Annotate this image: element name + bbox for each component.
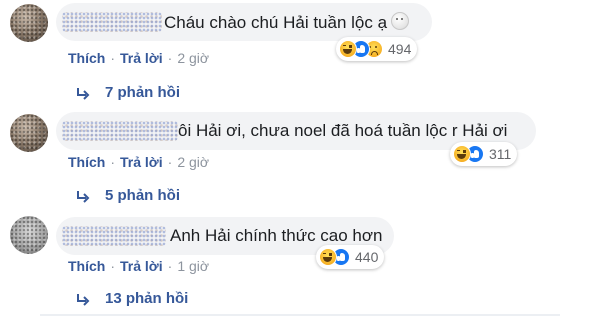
commenter-name-blurred[interactable] bbox=[62, 12, 162, 32]
comment-thread: Cháu chào chú Hải tuần lộc ạ 494 Thích · T… bbox=[0, 0, 598, 320]
reply-button[interactable]: Trả lời bbox=[120, 154, 163, 170]
avatar[interactable] bbox=[10, 114, 48, 152]
reply-arrow-icon bbox=[76, 87, 90, 100]
reaction-summary[interactable]: 494 bbox=[336, 37, 418, 61]
view-replies-link[interactable]: 7 phản hồi bbox=[76, 84, 180, 101]
reply-arrow-icon bbox=[76, 190, 90, 203]
comment-actions: Thích · Trả lời · 2 giờ bbox=[68, 50, 209, 66]
reaction-count: 311 bbox=[489, 146, 512, 162]
separator: · bbox=[167, 258, 173, 274]
view-replies-link[interactable]: 13 phản hồi bbox=[76, 290, 188, 307]
view-replies-link[interactable]: 5 phản hồi bbox=[76, 187, 180, 204]
like-button[interactable]: Thích bbox=[68, 154, 105, 170]
haha-icon bbox=[339, 40, 357, 58]
reply-arrow-icon bbox=[76, 293, 90, 306]
reply-button[interactable]: Trả lời bbox=[120, 50, 163, 66]
separator: · bbox=[167, 50, 173, 66]
separator: · bbox=[167, 154, 173, 170]
comment-bubble: Cháu chào chú Hải tuần lộc ạ bbox=[56, 3, 432, 41]
replies-count-label: 7 phản hồi bbox=[105, 84, 180, 101]
haha-icon bbox=[453, 145, 471, 163]
timestamp[interactable]: 2 giờ bbox=[177, 50, 209, 66]
comment-text-content: Cháu chào chú Hải tuần lộc ạ bbox=[164, 13, 388, 32]
separator: · bbox=[110, 50, 116, 66]
haha-icon bbox=[319, 248, 337, 266]
comment-text: ôi Hải ơi, chưa noel đã hoá tuần lộc r H… bbox=[178, 121, 508, 140]
comment-text: Anh Hải chính thức cao hơn bbox=[170, 226, 383, 245]
replies-count-label: 5 phản hồi bbox=[105, 187, 180, 204]
divider bbox=[40, 314, 560, 316]
comment-actions: Thích · Trả lời · 1 giờ bbox=[68, 258, 209, 274]
separator: · bbox=[110, 258, 116, 274]
face-emoji-icon bbox=[391, 12, 410, 30]
replies-count-label: 13 phản hồi bbox=[105, 290, 189, 307]
like-button[interactable]: Thích bbox=[68, 258, 105, 274]
avatar[interactable] bbox=[10, 216, 48, 254]
reaction-summary[interactable]: 440 bbox=[316, 245, 385, 269]
commenter-name-blurred[interactable] bbox=[62, 226, 166, 246]
reaction-count: 440 bbox=[355, 249, 379, 265]
like-button[interactable]: Thích bbox=[68, 50, 105, 66]
separator: · bbox=[110, 154, 116, 170]
comment-actions: Thích · Trả lời · 2 giờ bbox=[68, 154, 209, 170]
comment-text: Cháu chào chú Hải tuần lộc ạ bbox=[164, 12, 410, 33]
commenter-name-blurred[interactable] bbox=[62, 121, 178, 141]
reaction-summary[interactable]: 311 bbox=[450, 142, 518, 166]
avatar[interactable] bbox=[10, 4, 48, 42]
timestamp[interactable]: 2 giờ bbox=[177, 154, 209, 170]
reaction-count: 494 bbox=[388, 41, 412, 57]
reply-button[interactable]: Trả lời bbox=[120, 258, 163, 274]
timestamp[interactable]: 1 giờ bbox=[177, 258, 209, 274]
